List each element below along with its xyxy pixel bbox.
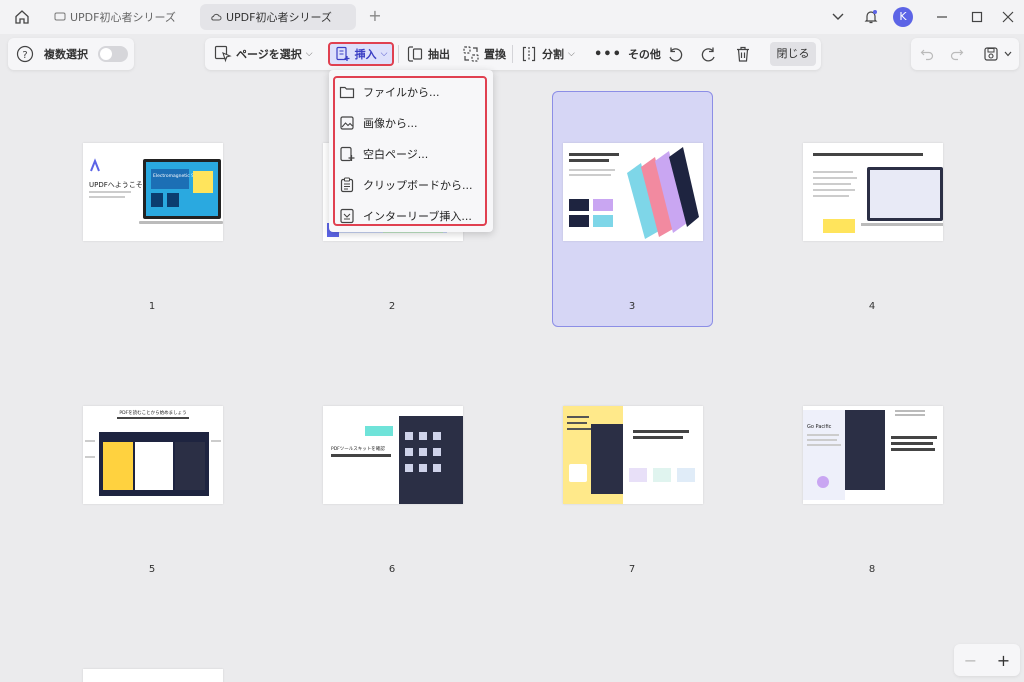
chevron-down-icon: ⌵: [380, 49, 388, 59]
select-page-button[interactable]: ページを選択 ⌵: [214, 42, 313, 66]
select-page-label: ページを選択: [236, 48, 302, 61]
page-thumbnail-5[interactable]: PDFを読むことから始めましょう: [83, 406, 223, 504]
page-5-preview: PDFを読むことから始めましょう: [85, 409, 221, 496]
extract-icon: [407, 46, 423, 62]
split-icon: [522, 46, 536, 62]
cursor-select-icon: [214, 45, 232, 63]
tab-label: UPDF初心者シリーズ: [70, 11, 176, 24]
chevron-down-icon[interactable]: [828, 7, 848, 27]
minimize-icon[interactable]: [932, 7, 952, 27]
chevron-down-icon[interactable]: [1001, 44, 1015, 64]
chevron-down-icon: ⌵: [568, 49, 575, 59]
avatar[interactable]: K: [893, 7, 913, 27]
toolbar-divider: [398, 45, 399, 63]
split-button[interactable]: 分割 ⌵: [520, 42, 575, 66]
folder-icon: [339, 84, 355, 100]
home-icon[interactable]: [0, 0, 44, 34]
toolbar-divider: [512, 45, 513, 63]
tab-document-2[interactable]: UPDF初心者シリーズ: [200, 4, 356, 30]
page-thumbnail-4[interactable]: [803, 143, 943, 241]
interleave-insert-item[interactable]: インターリーブ挿入...: [333, 202, 483, 230]
page-number-7: 7: [628, 564, 636, 575]
more-button[interactable]: ••• その他: [594, 42, 661, 66]
multi-select-panel: ? 複数選択: [8, 38, 134, 70]
page-thumbnail-1[interactable]: UPDFへようこそ Electromagnetic Spectrum: [83, 143, 223, 241]
insert-from-clipboard-item[interactable]: クリップボードから...: [333, 171, 483, 199]
close-window-icon[interactable]: [998, 7, 1018, 27]
chat-icon: [54, 11, 66, 23]
tab-document-1[interactable]: UPDF初心者シリーズ: [44, 4, 196, 30]
insert-blank-page-item[interactable]: 空白ページ...: [333, 140, 483, 168]
zoom-in-button[interactable]: +: [997, 651, 1010, 670]
replace-label: 置換: [484, 48, 506, 61]
undo-icon[interactable]: [917, 44, 937, 64]
chevron-down-icon: ⌵: [305, 49, 313, 59]
page-1-preview: UPDFへようこそ Electromagnetic Spectrum: [89, 158, 223, 224]
extract-label: 抽出: [428, 48, 450, 61]
page-thumbnail-8[interactable]: Go Pacific: [803, 406, 943, 504]
page-1-title: UPDFへようこそ: [89, 181, 143, 189]
rotate-left-icon: [669, 47, 683, 62]
rotate-right-icon: [701, 47, 715, 62]
cloud-icon: [210, 11, 222, 23]
trash-icon: [737, 46, 749, 62]
rotate-right-button[interactable]: [700, 42, 718, 66]
page-number-8: 8: [868, 564, 876, 575]
help-icon[interactable]: ?: [16, 45, 34, 63]
insert-from-image-label: 画像から...: [363, 117, 418, 130]
replace-icon: [463, 46, 479, 62]
insert-from-file-label: ファイルから...: [363, 86, 440, 99]
insert-label: 挿入: [354, 48, 377, 61]
redo-icon[interactable]: [947, 44, 967, 64]
insert-from-file-item[interactable]: ファイルから...: [333, 78, 483, 106]
page-number-4: 4: [868, 301, 876, 312]
insert-button[interactable]: 挿入 ⌵: [328, 42, 394, 66]
page-number-2: 2: [388, 301, 396, 312]
page-thumbnail-3[interactable]: [563, 143, 703, 241]
page-number-3: 3: [628, 301, 636, 312]
extract-button[interactable]: 抽出: [406, 42, 450, 66]
page-thumbnail-6[interactable]: PDFツールスキットを確認: [323, 406, 463, 504]
multi-select-label: 複数選択: [44, 48, 88, 61]
page-4-preview: [813, 153, 943, 233]
delete-button[interactable]: [734, 42, 752, 66]
clipboard-icon: [339, 177, 355, 193]
insert-from-image-item[interactable]: 画像から...: [333, 109, 483, 137]
close-button[interactable]: 閉じる: [770, 42, 816, 66]
insert-from-clipboard-label: クリップボードから...: [363, 179, 473, 192]
page-number-1: 1: [148, 301, 156, 312]
page-6-preview: PDFツールスキットを確認: [331, 416, 463, 504]
split-label: 分割: [542, 48, 564, 61]
blank-page-icon: [339, 146, 355, 162]
zoom-controls: − +: [954, 644, 1020, 676]
page-5-title: PDFを読むことから始めましょう: [119, 409, 186, 416]
page-7-preview: [563, 406, 695, 504]
page-8-preview: Go Pacific: [803, 410, 937, 500]
zoom-out-button[interactable]: −: [964, 651, 977, 670]
insert-page-icon: [335, 46, 350, 61]
page-8-title: Go Pacific: [807, 424, 832, 430]
page-6-title: PDFツールスキットを確認: [331, 445, 385, 452]
page-thumbnail-9[interactable]: [83, 669, 223, 682]
ellipsis-icon: •••: [594, 46, 622, 62]
save-icon[interactable]: [981, 44, 1001, 64]
svg-text:?: ?: [22, 50, 27, 61]
multi-select-toggle[interactable]: [98, 46, 128, 62]
page-3-preview: [569, 147, 699, 239]
page-number-6: 6: [388, 564, 396, 575]
image-icon: [339, 115, 355, 131]
insert-blank-page-label: 空白ページ...: [363, 148, 429, 161]
interleave-insert-label: インターリーブ挿入...: [363, 210, 472, 223]
interleave-icon: [339, 208, 355, 224]
bell-icon[interactable]: [861, 7, 881, 27]
more-label: その他: [627, 48, 661, 61]
insert-dropdown-menu: ファイルから... 画像から... 空白ページ... クリップボードから... …: [329, 70, 493, 232]
new-tab-button[interactable]: +: [366, 7, 384, 25]
page-number-5: 5: [148, 564, 156, 575]
rotate-left-button[interactable]: [666, 42, 684, 66]
page-thumbnail-7[interactable]: [563, 406, 703, 504]
tab-label: UPDF初心者シリーズ: [226, 11, 332, 24]
replace-button[interactable]: 置換: [462, 42, 506, 66]
maximize-icon[interactable]: [967, 7, 987, 27]
